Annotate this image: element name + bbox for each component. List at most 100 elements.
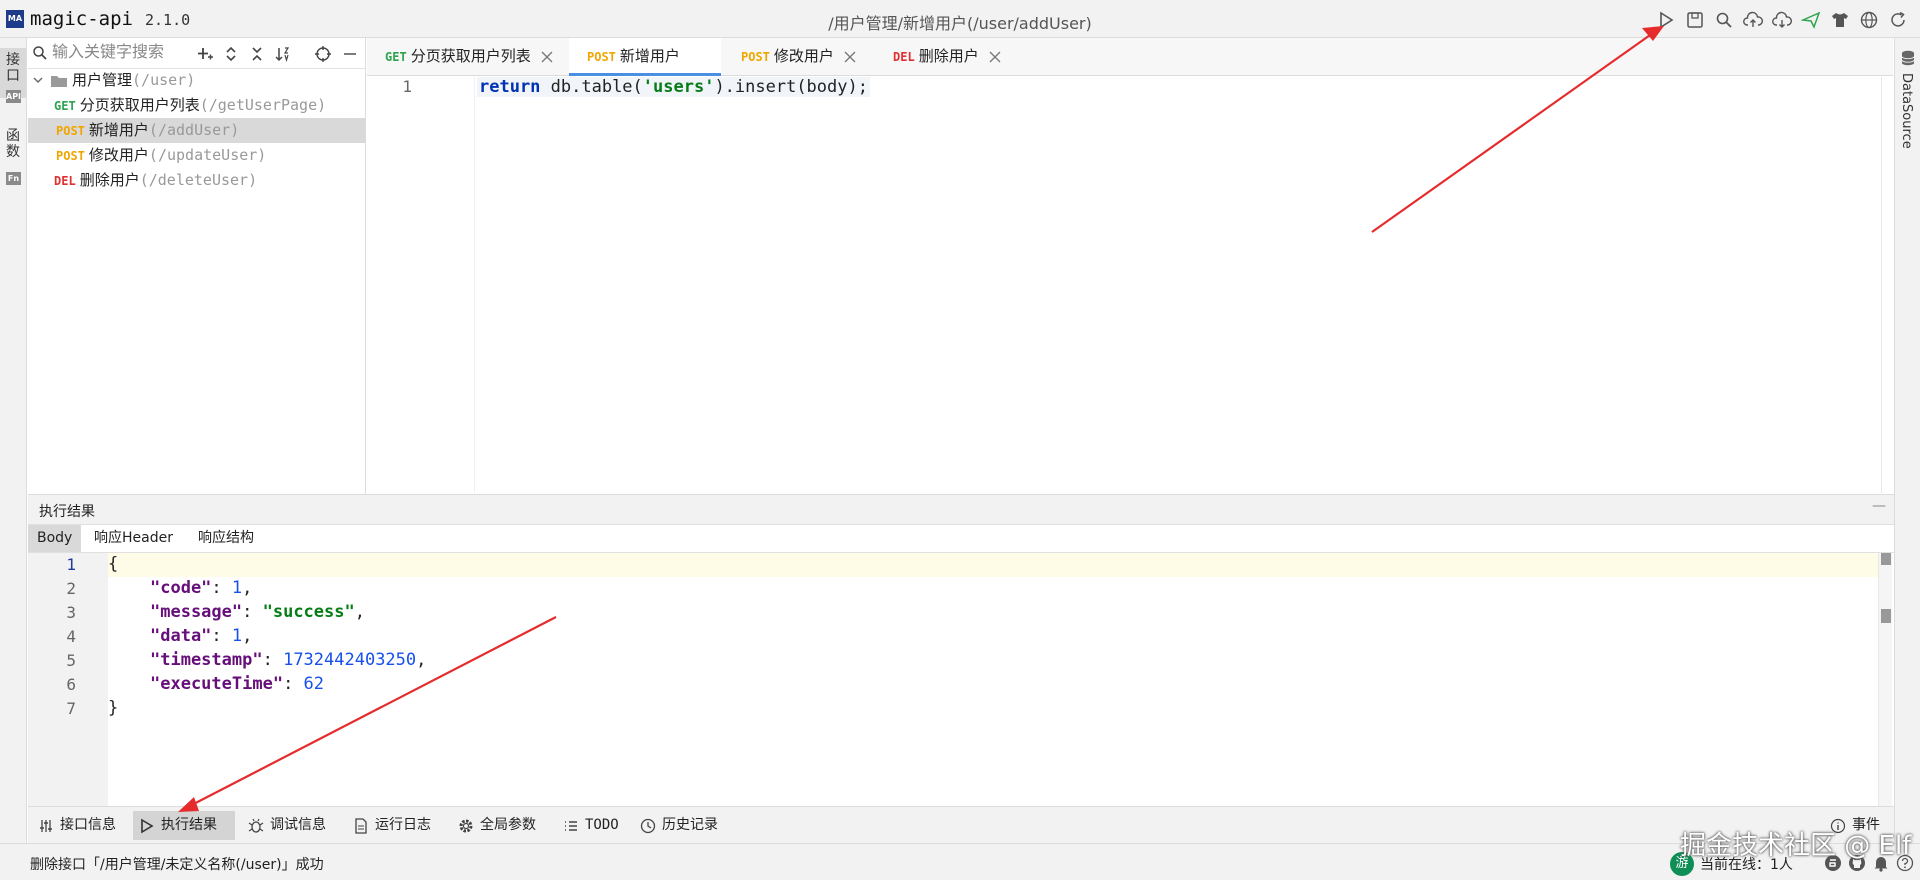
- bug-icon: [242, 818, 270, 834]
- code-text: ).insert(body);: [714, 77, 868, 97]
- tab-get-user-page[interactable]: GET 分页获取用户列表: [367, 38, 567, 75]
- code-keyword: return: [479, 77, 541, 97]
- database-icon: [1901, 50, 1915, 66]
- subtab-body[interactable]: Body: [28, 525, 82, 552]
- line-number: 3: [66, 603, 76, 622]
- tab-update-user[interactable]: POST 修改用户: [723, 38, 873, 75]
- refresh-icon[interactable]: [1888, 10, 1908, 30]
- scroll-thumb[interactable]: [1881, 609, 1891, 623]
- search-icon[interactable]: [1714, 10, 1734, 30]
- tree-group-path: (/user): [132, 71, 196, 89]
- result-json-viewer[interactable]: 1 2 3 4 5 6 7 { "code": 1, "message": "s…: [28, 553, 1894, 807]
- tab-api-label: 接口: [6, 52, 20, 84]
- json-colon: :: [242, 602, 263, 622]
- subtab-response-structure[interactable]: 响应结构: [189, 525, 263, 552]
- close-icon[interactable]: [989, 51, 1001, 63]
- sort-icon[interactable]: [274, 45, 292, 63]
- json-colon: :: [211, 626, 232, 646]
- code-editor[interactable]: 1 return db.table('users').insert(body);: [367, 77, 1893, 493]
- line-number: 7: [66, 699, 76, 718]
- method-badge: GET: [385, 50, 407, 64]
- method-badge: POST: [56, 149, 85, 163]
- tree-item-add-user[interactable]: POST 新增用户(/addUser): [28, 118, 366, 143]
- tab-delete-user[interactable]: DEL 删除用户: [875, 38, 1025, 75]
- code-line[interactable]: return db.table('users').insert(body);: [477, 77, 870, 97]
- tab-add-user[interactable]: POST 新增用户: [569, 38, 721, 76]
- json-line: {: [108, 554, 118, 574]
- btab-api-info[interactable]: 接口信息: [32, 811, 122, 840]
- json-value: 1: [231, 626, 243, 646]
- upload-icon[interactable]: [1743, 10, 1763, 30]
- expand-all-icon[interactable]: [222, 45, 240, 63]
- run-icon[interactable]: [1656, 10, 1676, 30]
- folder-icon: [50, 74, 68, 88]
- download-icon[interactable]: [1772, 10, 1792, 30]
- btab-label: 调试信息: [270, 817, 326, 833]
- subtab-response-header[interactable]: 响应Header: [85, 525, 182, 552]
- tree-item-path: (/updateUser): [148, 146, 267, 164]
- method-badge: DEL: [54, 174, 76, 188]
- btab-debug-info[interactable]: 调试信息: [242, 811, 332, 840]
- tree-item-name: 修改用户: [88, 146, 149, 164]
- json-colon: :: [283, 674, 304, 694]
- collapse-all-icon[interactable]: [248, 45, 266, 63]
- json-comma: ,: [242, 578, 253, 598]
- log-icon: [347, 817, 375, 834]
- code-string: 'users': [642, 77, 715, 97]
- minimize-panel-icon[interactable]: [341, 45, 359, 63]
- json-value: 62: [303, 674, 325, 694]
- json-line: "executeTime": 62: [150, 674, 324, 694]
- btab-execution-result[interactable]: 执行结果: [133, 811, 235, 840]
- json-value: 1732442403250: [283, 650, 417, 670]
- method-badge: POST: [741, 50, 770, 64]
- btab-history[interactable]: 历史记录: [634, 811, 724, 840]
- json-value: "success": [262, 602, 355, 622]
- tab-function-list[interactable]: 函数: [0, 124, 26, 174]
- scroll-marker: [1881, 553, 1891, 565]
- result-scrollbar[interactable]: [1878, 553, 1892, 807]
- current-line-highlight: [108, 553, 1878, 577]
- watermark: 掘金技术社区 @ Elf: [1680, 831, 1912, 861]
- tree-item-delete-user[interactable]: DEL 删除用户(/deleteUser): [28, 168, 366, 193]
- play-icon: [133, 818, 161, 834]
- line-number: 6: [66, 675, 76, 694]
- save-icon[interactable]: [1685, 10, 1705, 30]
- send-icon[interactable]: [1801, 10, 1821, 30]
- result-gutter: 1 2 3 4 5 6 7: [28, 553, 108, 807]
- tree-item-update-user[interactable]: POST 修改用户(/updateUser): [28, 143, 366, 168]
- tree-item-path: (/getUserPage): [199, 96, 327, 114]
- title-bar: MA magic-api 2.1.0 /用户管理/新增用户(/user/addU…: [0, 0, 1920, 38]
- editor-gutter: 1: [367, 77, 475, 493]
- code-text: db.table(: [540, 77, 643, 97]
- json-comma: ,: [242, 626, 253, 646]
- editor-tab-bar: GET 分页获取用户列表 POST 新增用户 POST 修改用户 DEL 删除用户: [367, 38, 1893, 76]
- btab-run-log[interactable]: 运行日志: [347, 811, 437, 840]
- datasource-tab[interactable]: DataSource: [1899, 73, 1914, 149]
- btab-todo[interactable]: TODO: [557, 811, 625, 840]
- close-icon[interactable]: [844, 51, 856, 63]
- tree-group-user[interactable]: 用户管理(/user): [28, 68, 366, 93]
- chevron-down-icon[interactable]: [32, 68, 44, 93]
- btab-global-params[interactable]: 全局参数: [452, 811, 542, 840]
- locate-icon[interactable]: [314, 45, 332, 63]
- gear-icon: [452, 818, 480, 834]
- globe-icon[interactable]: [1859, 10, 1879, 30]
- skin-icon[interactable]: [1830, 10, 1850, 30]
- search-input[interactable]: [52, 42, 217, 64]
- tree-item-name: 新增用户: [88, 121, 149, 139]
- json-comma: ,: [354, 602, 365, 622]
- editor-scrollbar[interactable]: [1881, 77, 1893, 493]
- add-group-icon[interactable]: [196, 45, 214, 63]
- tree-item-name: 分页获取用户列表: [79, 96, 200, 114]
- json-line: "message": "success",: [150, 602, 365, 622]
- json-line: "timestamp": 1732442403250,: [150, 650, 426, 670]
- tab-function-label: 函数: [6, 128, 20, 160]
- line-number: 4: [66, 627, 76, 646]
- minimize-button[interactable]: —: [1872, 498, 1886, 514]
- close-icon[interactable]: [541, 51, 553, 63]
- tab-label: 新增用户: [619, 47, 680, 65]
- left-tool-strip: 接口 API 函数 Fn: [0, 38, 27, 843]
- json-key: "data": [150, 626, 212, 646]
- bottom-tool-bar: 接口信息 执行结果 调试信息 运行日志 全局参数 TODO 历史记录 事件: [28, 806, 1894, 843]
- tree-item-get-user-page[interactable]: GET 分页获取用户列表(/getUserPage): [28, 93, 366, 118]
